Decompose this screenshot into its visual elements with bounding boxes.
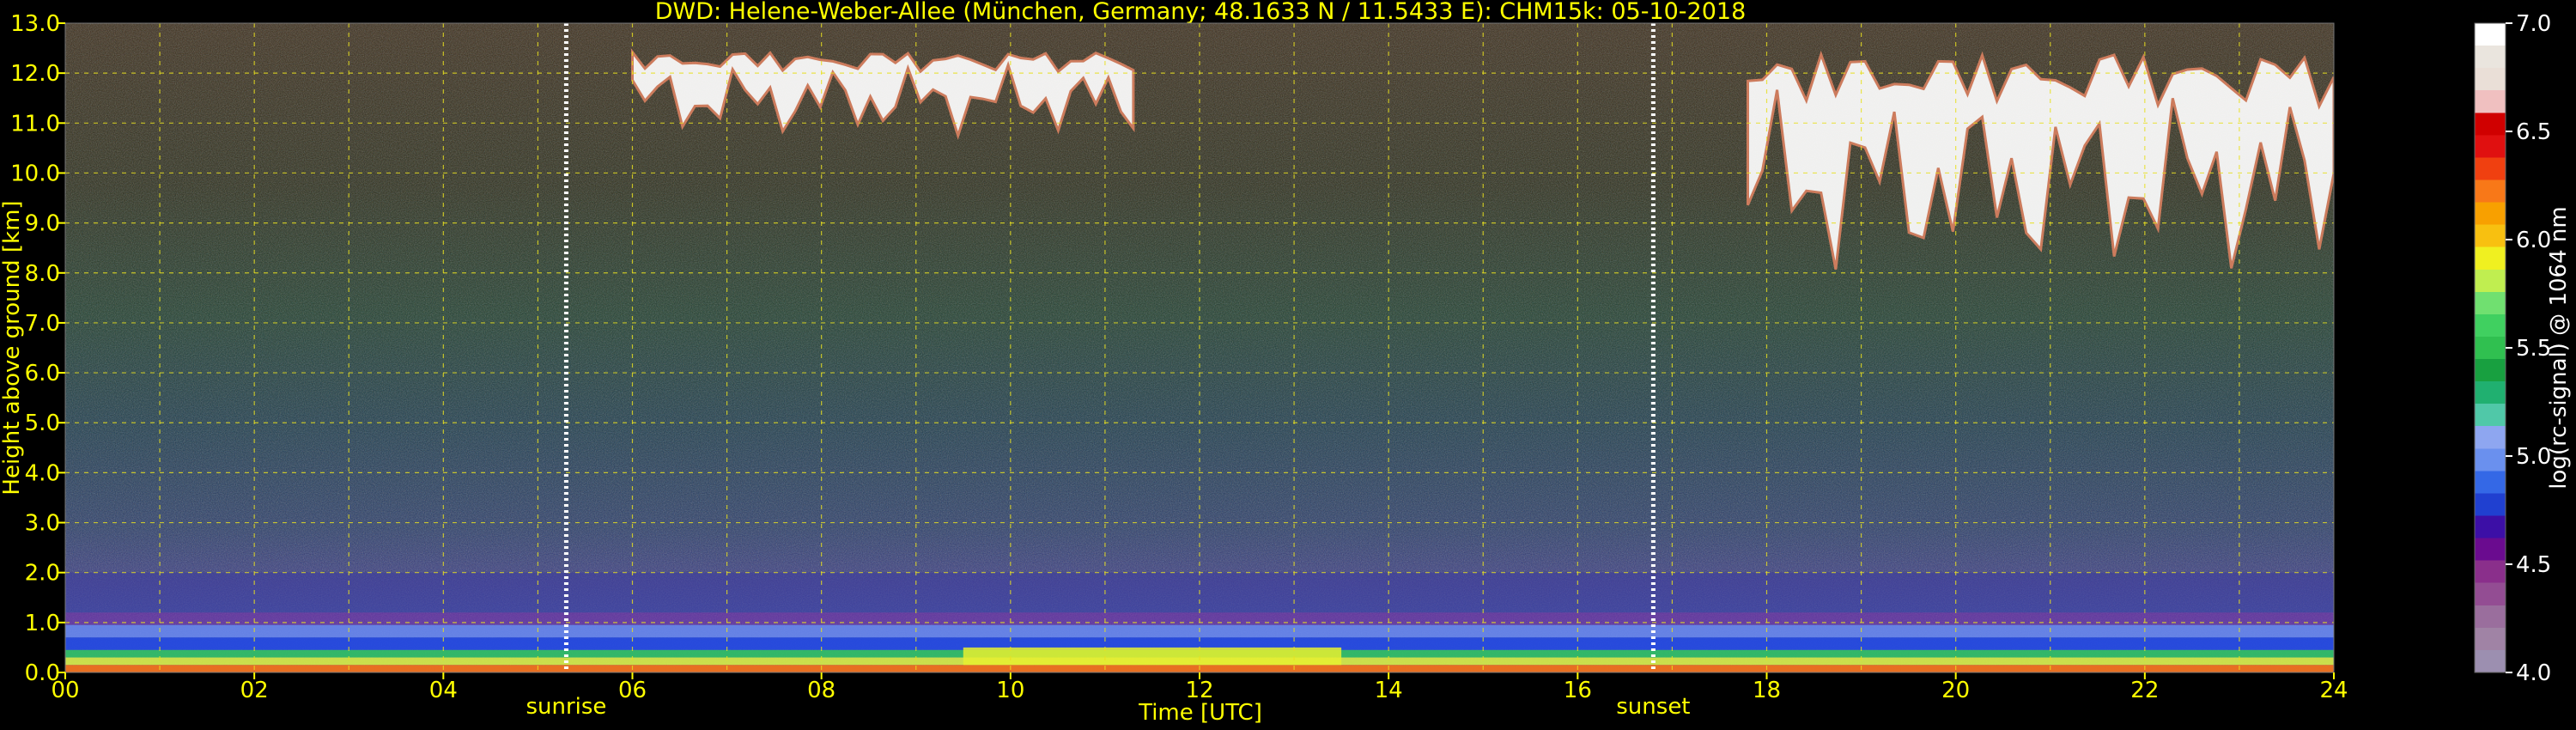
y-tick-label: 10.0 [10, 161, 60, 186]
x-tick-label: 16 [1564, 678, 1592, 703]
colorbar-bar [2474, 22, 2506, 673]
y-tick-label: 6.0 [25, 361, 60, 386]
colorbar-ticks: 4.04.55.05.56.06.57.0 [2506, 11, 2551, 686]
boundary-layer-band [963, 647, 1342, 666]
x-tick-label: 10 [996, 678, 1024, 703]
y-tick-label: 7.0 [25, 311, 60, 337]
y-tick-label: 13.0 [10, 11, 60, 37]
x-tick-label: 18 [1753, 678, 1781, 703]
x-tick-label: 08 [807, 678, 835, 703]
y-tick-label: 4.0 [25, 460, 60, 486]
x-tick-label: 06 [618, 678, 647, 703]
x-tick-label: 22 [2130, 678, 2159, 703]
x-axis-ticks: 00 02 04 06 08 10 12 14 16 18 20 22 24 [51, 672, 2348, 703]
plot-area [65, 23, 2334, 672]
colorbar-label: log(rc-signal) @ 1064 nm [2546, 206, 2572, 489]
x-tick-label: 02 [240, 678, 269, 703]
ceilometer-chart: DWD: Helene-Weber-Allee (München, German… [0, 0, 2572, 726]
sun-annotation-label: sunrise [526, 694, 606, 720]
sun-annotations: sunrise sunset [526, 694, 1690, 720]
y-tick-label: 1.0 [25, 611, 60, 636]
y-tick-label: 3.0 [25, 511, 60, 537]
y-tick-label: 8.0 [25, 261, 60, 287]
x-tick-label: 00 [51, 678, 79, 703]
sun-annotation-label: sunset [1616, 694, 1690, 720]
y-axis-label: Height above ground [km] [0, 200, 25, 495]
colorbar-tick-label: 6.5 [2516, 119, 2551, 145]
y-tick-label: 12.0 [10, 61, 60, 87]
colorbar-tick-label: 4.0 [2516, 660, 2551, 686]
y-tick-label: 5.0 [25, 411, 60, 436]
colorbar: 4.04.55.05.56.06.57.0 log(rc-signal) @ 1… [2474, 11, 2572, 686]
y-tick-label: 11.0 [10, 111, 60, 137]
x-tick-label: 24 [2319, 678, 2348, 703]
colorbar-tick-label: 4.5 [2516, 552, 2551, 578]
y-tick-label: 2.0 [25, 561, 60, 587]
x-tick-label: 20 [1941, 678, 1970, 703]
chart-title: DWD: Helene-Weber-Allee (München, German… [655, 0, 1747, 25]
x-tick-label: 04 [429, 678, 458, 703]
x-axis-label: Time [UTC] [1138, 700, 1262, 726]
y-tick-label: 9.0 [25, 211, 60, 237]
x-tick-label: 14 [1375, 678, 1403, 703]
colorbar-tick-label: 7.0 [2516, 11, 2551, 37]
